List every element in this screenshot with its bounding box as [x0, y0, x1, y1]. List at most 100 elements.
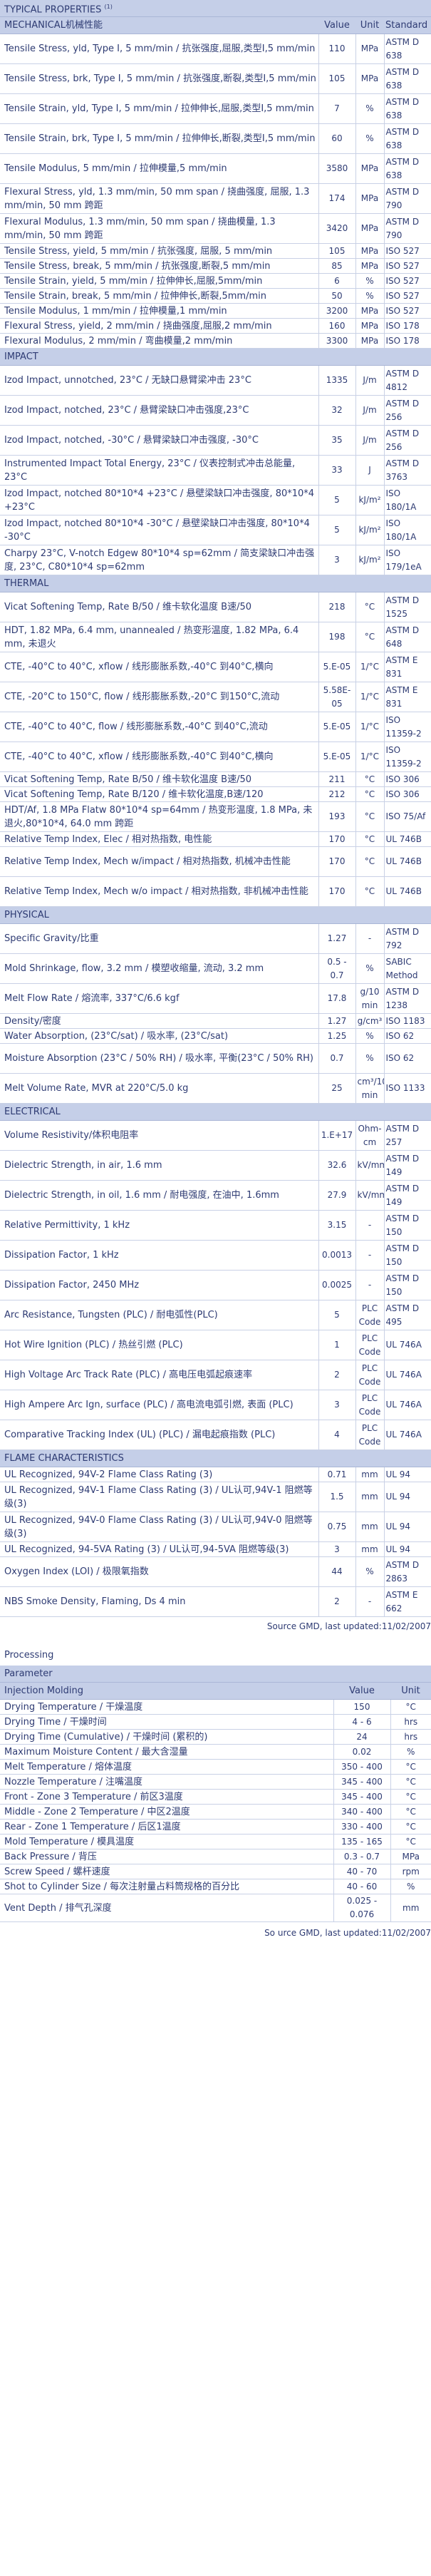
- parameter-name: Melt Temperature / 熔体温度: [0, 1759, 333, 1775]
- property-value: 1.27: [318, 923, 355, 955]
- property-unit: kV/mm: [355, 1180, 384, 1211]
- property-value: 32: [318, 395, 355, 426]
- property-standard: ASTM D 1525: [383, 592, 431, 623]
- property-value: 6: [318, 273, 355, 289]
- property-standard: ISO 11359-2: [383, 742, 431, 773]
- property-value: 0.5 - 0.7: [318, 953, 355, 985]
- property-value: 32.6: [318, 1150, 355, 1181]
- column-header-unit: Unit: [355, 16, 384, 35]
- property-unit: 1/°C: [355, 712, 384, 743]
- property-value: 1.27: [318, 1013, 355, 1030]
- property-value: 1335: [318, 365, 355, 396]
- property-row: Tensile Strain, break, 5 mm/min / 拉伸伸长,断…: [0, 288, 431, 304]
- processing-row: Drying Time / 干燥时间 4 - 6 hrs: [0, 1714, 431, 1730]
- property-row: Flexural Modulus, 1.3 mm/min, 50 mm span…: [0, 213, 431, 245]
- property-value: 5: [318, 485, 355, 516]
- property-name: Comparative Tracking Index (UL) (PLC) / …: [0, 1420, 318, 1451]
- property-value: 85: [318, 258, 355, 274]
- property-value: 3.15: [318, 1210, 355, 1241]
- property-standard: ISO 306: [383, 771, 431, 788]
- property-row: HDT, 1.82 MPa, 6.4 mm, unannealed / 热变形温…: [0, 622, 431, 653]
- property-standard: ISO 527: [383, 258, 431, 274]
- property-standard: UL 94: [383, 1482, 431, 1513]
- property-standard: ISO 527: [383, 303, 431, 319]
- property-unit: °C: [355, 622, 384, 653]
- property-row: Density/密度 1.27 g/cm³ ISO 1183: [0, 1013, 431, 1030]
- property-name: Flexural Modulus, 2 mm/min / 弯曲模量,2 mm/m…: [0, 333, 318, 349]
- property-unit: MPa: [355, 213, 384, 245]
- property-standard: ASTM D 256: [383, 395, 431, 426]
- property-value: 5.E-05: [318, 652, 355, 683]
- property-value: 3420: [318, 213, 355, 245]
- property-row: Izod Impact, notched 80*10*4 +23°C / 悬壁梁…: [0, 485, 431, 516]
- parameter-unit: %: [390, 1744, 431, 1760]
- property-value: 25: [318, 1073, 355, 1104]
- property-standard: UL 746B: [383, 876, 431, 908]
- property-standard: UL 746A: [383, 1420, 431, 1451]
- property-unit: mm: [355, 1541, 384, 1558]
- parameter-unit: hrs: [390, 1714, 431, 1730]
- property-unit: MPa: [355, 258, 384, 274]
- parameter-value: 0.02: [333, 1744, 390, 1760]
- property-name: Tensile Modulus, 1 mm/min / 拉伸模量,1 mm/mi…: [0, 303, 318, 319]
- property-name: UL Recognized, 94V-1 Flame Class Rating …: [0, 1482, 318, 1513]
- parameter-unit: °C: [390, 1774, 431, 1790]
- property-standard: ASTM D 150: [383, 1270, 431, 1301]
- parameter-unit: °C: [390, 1834, 431, 1850]
- property-name: High Ampere Arc Ign, surface (PLC) / 高电流…: [0, 1390, 318, 1421]
- property-row: Melt Flow Rate / 熔流率, 337°C/6.6 kgf 17.8 g…: [0, 983, 431, 1015]
- property-unit: MPa: [355, 63, 384, 95]
- property-unit: -: [355, 1240, 384, 1271]
- property-value: 3580: [318, 153, 355, 185]
- property-value: 1.25: [318, 1028, 355, 1045]
- property-row: Hot Wire Ignition (PLC) / 热丝引燃 (PLC) 1 PLC…: [0, 1330, 431, 1361]
- property-value: 0.0013: [318, 1240, 355, 1271]
- property-standard: ISO 306: [383, 786, 431, 803]
- property-standard: SABIC Method: [383, 953, 431, 985]
- processing-row: Screw Speed / 螺杆速度 40 - 70 rpm: [0, 1864, 431, 1880]
- parameter-unit: °C: [390, 1804, 431, 1820]
- parameter-value: 350 - 400: [333, 1759, 390, 1775]
- property-row: UL Recognized, 94V-2 Flame Class Rating …: [0, 1467, 431, 1483]
- property-standard: ISO 527: [383, 243, 431, 260]
- parameter-unit: °C: [390, 1699, 431, 1715]
- property-standard: ASTM E 831: [383, 652, 431, 683]
- parameter-value: 345 - 400: [333, 1789, 390, 1805]
- parameter-unit: °C: [390, 1789, 431, 1805]
- property-name: Specific Gravity/比重: [0, 923, 318, 955]
- property-name: Relative Temp Index, Elec / 相对热指数, 电性能: [0, 831, 318, 848]
- section-title: MECHANICAL机械性能: [0, 16, 318, 35]
- property-unit: °C: [355, 876, 384, 908]
- processing-row: Drying Time (Cumulative) / 干燥时间 (累积的) 24 h…: [0, 1729, 431, 1745]
- property-unit: kJ/m²: [355, 485, 384, 516]
- property-value: 170: [318, 831, 355, 848]
- property-unit: %: [355, 93, 384, 125]
- property-name: Flexural Stress, yld, 1.3 mm/min, 50 mm …: [0, 183, 318, 215]
- processing-row: Nozzle Temperature / 注嘴温度 345 - 400 °C: [0, 1774, 431, 1790]
- property-standard: ISO 1183: [383, 1013, 431, 1030]
- property-name: Flexural Stress, yield, 2 mm/min / 挠曲强度,…: [0, 318, 318, 334]
- property-unit: °C: [355, 786, 384, 803]
- typical-properties-table: TYPICAL PROPERTIES (1) MECHANICAL机械性能 Valu…: [0, 0, 431, 1618]
- property-value: 3: [318, 1541, 355, 1558]
- property-standard: ASTM D 638: [383, 153, 431, 185]
- property-row: Vicat Softening Temp, Rate B/50 / 维卡软化温度…: [0, 592, 431, 623]
- property-unit: °C: [355, 846, 384, 878]
- property-value: 170: [318, 876, 355, 908]
- property-value: 3200: [318, 303, 355, 319]
- processing-row: Melt Temperature / 熔体温度 350 - 400 °C: [0, 1759, 431, 1775]
- property-unit: -: [355, 1210, 384, 1241]
- property-standard: UL 746B: [383, 846, 431, 878]
- property-value: 0.75: [318, 1512, 355, 1543]
- processing-row: Drying Temperature / 干燥温度 150 °C: [0, 1699, 431, 1715]
- property-value: 5.E-05: [318, 712, 355, 743]
- property-standard: ASTM D 638: [383, 34, 431, 65]
- property-unit: J: [355, 455, 384, 486]
- parameter-value: 135 - 165: [333, 1834, 390, 1850]
- property-unit: kV/mm: [355, 1150, 384, 1181]
- parameter-name: Drying Temperature / 干燥温度: [0, 1699, 333, 1715]
- property-value: 5: [318, 515, 355, 546]
- parameter-unit: mm: [390, 1894, 431, 1923]
- property-unit: °C: [355, 771, 384, 788]
- property-name: Tensile Strain, yield, 5 mm/min / 拉伸伸长,屈…: [0, 273, 318, 289]
